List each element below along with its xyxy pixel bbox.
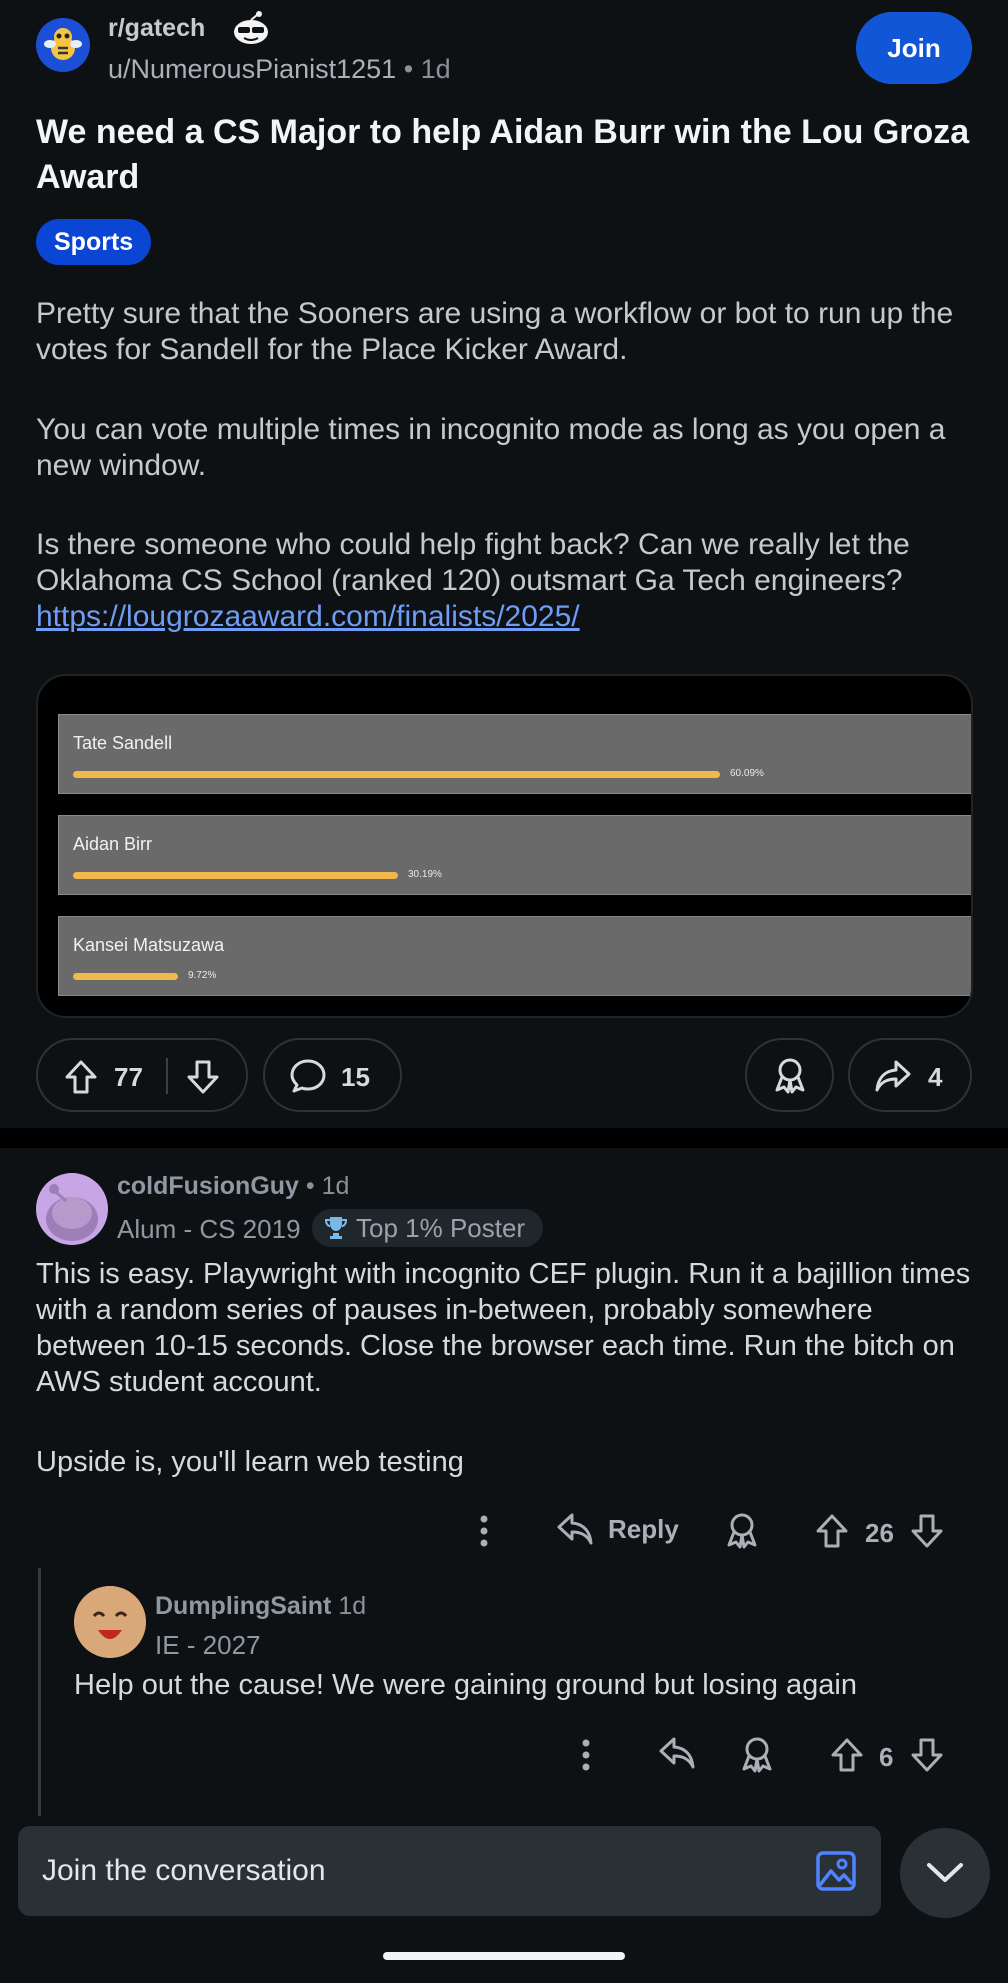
user-avatar[interactable]	[74, 1586, 146, 1658]
post-paragraph-1: Pretty sure that the Sooners are using a…	[36, 297, 954, 366]
post-flair[interactable]: Sports	[36, 219, 152, 265]
comment-author-line: coldFusionGuy • 1d	[117, 1172, 350, 1200]
comment-body: Help out the cause! We were gaining grou…	[74, 1669, 857, 1701]
poll-percent: 9.72%	[188, 970, 217, 981]
vote-divider	[166, 1058, 168, 1094]
downvote-icon[interactable]	[910, 1737, 944, 1773]
user-flair: IE - 2027	[155, 1630, 261, 1660]
vote-group: 77	[36, 1038, 248, 1112]
upvote-icon[interactable]	[815, 1513, 849, 1549]
share-icon	[874, 1059, 912, 1093]
post-paragraph-3: Is there someone who could help fight ba…	[36, 528, 910, 633]
poll-bar	[73, 771, 720, 778]
award-icon[interactable]	[739, 1735, 775, 1773]
post-image[interactable]: Tate Sandell 60.09% Aidan Birr 30.19% Ka…	[36, 674, 973, 1018]
snoo-sunglasses-icon	[234, 11, 268, 44]
collapse-button[interactable]	[900, 1828, 990, 1918]
post: r/gatech u/NumerousPianist1251 • 1d Join…	[0, 0, 1008, 1128]
image-upload-icon[interactable]	[815, 1850, 857, 1892]
reply-button[interactable]: Reply	[556, 1512, 679, 1546]
upvote-count: 77	[114, 1062, 143, 1092]
post-title: We need a CS Major to help Aidan Burr wi…	[36, 113, 970, 196]
comment-time: 1d	[338, 1592, 367, 1620]
post-paragraph-2: You can vote multiple times in incognito…	[36, 413, 946, 482]
upvote-icon[interactable]	[830, 1737, 864, 1773]
reply-icon	[557, 1513, 593, 1545]
compose-input[interactable]: Join the conversation	[18, 1826, 881, 1916]
bottom-bar: Join the conversation	[0, 1816, 1008, 1983]
poll-option: Tate Sandell 60.09%	[58, 714, 971, 794]
reply-icon[interactable]	[658, 1736, 696, 1770]
section-divider	[0, 1128, 1008, 1148]
join-button[interactable]: Join	[856, 12, 972, 84]
more-options-icon[interactable]	[576, 1738, 596, 1772]
share-count: 4	[928, 1062, 943, 1092]
poll-percent: 60.09%	[730, 768, 764, 779]
post-time: 1d	[420, 54, 451, 84]
post-author-line: u/NumerousPianist1251 • 1d	[108, 54, 451, 84]
poll-option-name: Aidan Birr	[73, 834, 153, 854]
poll-bar	[73, 872, 398, 879]
more-options-icon[interactable]	[474, 1514, 494, 1548]
comment-vote-count: 6	[879, 1742, 894, 1772]
subreddit-avatar[interactable]	[36, 18, 90, 72]
poll-bar	[73, 973, 178, 980]
comment-vote-count: 26	[865, 1518, 894, 1548]
user-flair: Alum - CS 2019	[117, 1214, 301, 1244]
user-avatar[interactable]	[36, 1173, 108, 1245]
post-author[interactable]: u/NumerousPianist1251	[108, 54, 396, 84]
reply-label: Reply	[608, 1513, 679, 1544]
downvote-icon[interactable]	[910, 1513, 944, 1549]
comment-bubble-icon	[289, 1058, 327, 1094]
award-icon[interactable]	[724, 1511, 760, 1549]
award-icon	[772, 1056, 808, 1094]
poll-option: Kansei Matsuzawa 9.72%	[58, 916, 971, 996]
share-button[interactable]: 4	[848, 1038, 972, 1112]
post-link[interactable]: https://lougrozaaward.com/finalists/2025…	[36, 600, 580, 633]
subreddit-name[interactable]: r/gatech	[108, 14, 205, 43]
reply-author-line: DumplingSaint 1d	[155, 1592, 366, 1621]
poll-option-name: Tate Sandell	[73, 733, 173, 753]
comment-author[interactable]: DumplingSaint	[155, 1592, 331, 1620]
chevron-down-icon	[927, 1863, 963, 1882]
trophy-icon	[324, 1217, 348, 1239]
comment-author[interactable]: coldFusionGuy	[117, 1172, 299, 1200]
thread-line	[38, 1568, 41, 1816]
comment-body: This is easy. Playwright with incognito …	[36, 1258, 971, 1398]
comment-count: 15	[341, 1062, 370, 1092]
poll-percent: 30.19%	[408, 869, 442, 880]
downvote-icon[interactable]	[186, 1059, 220, 1095]
comment-body-2: Upside is, you'll learn web testing	[36, 1446, 464, 1478]
badge-label: Top 1% Poster	[356, 1212, 526, 1243]
upvote-icon[interactable]	[64, 1059, 98, 1095]
comment-time: 1d	[321, 1172, 350, 1200]
comments-button[interactable]: 15	[263, 1038, 402, 1112]
poll-option-name: Kansei Matsuzawa	[73, 935, 225, 955]
poll-option: Aidan Birr 30.19%	[58, 815, 971, 895]
compose-placeholder: Join the conversation	[42, 1854, 326, 1887]
award-button[interactable]	[745, 1038, 834, 1112]
home-indicator	[383, 1952, 625, 1960]
top-poster-badge: Top 1% Poster	[312, 1209, 544, 1247]
